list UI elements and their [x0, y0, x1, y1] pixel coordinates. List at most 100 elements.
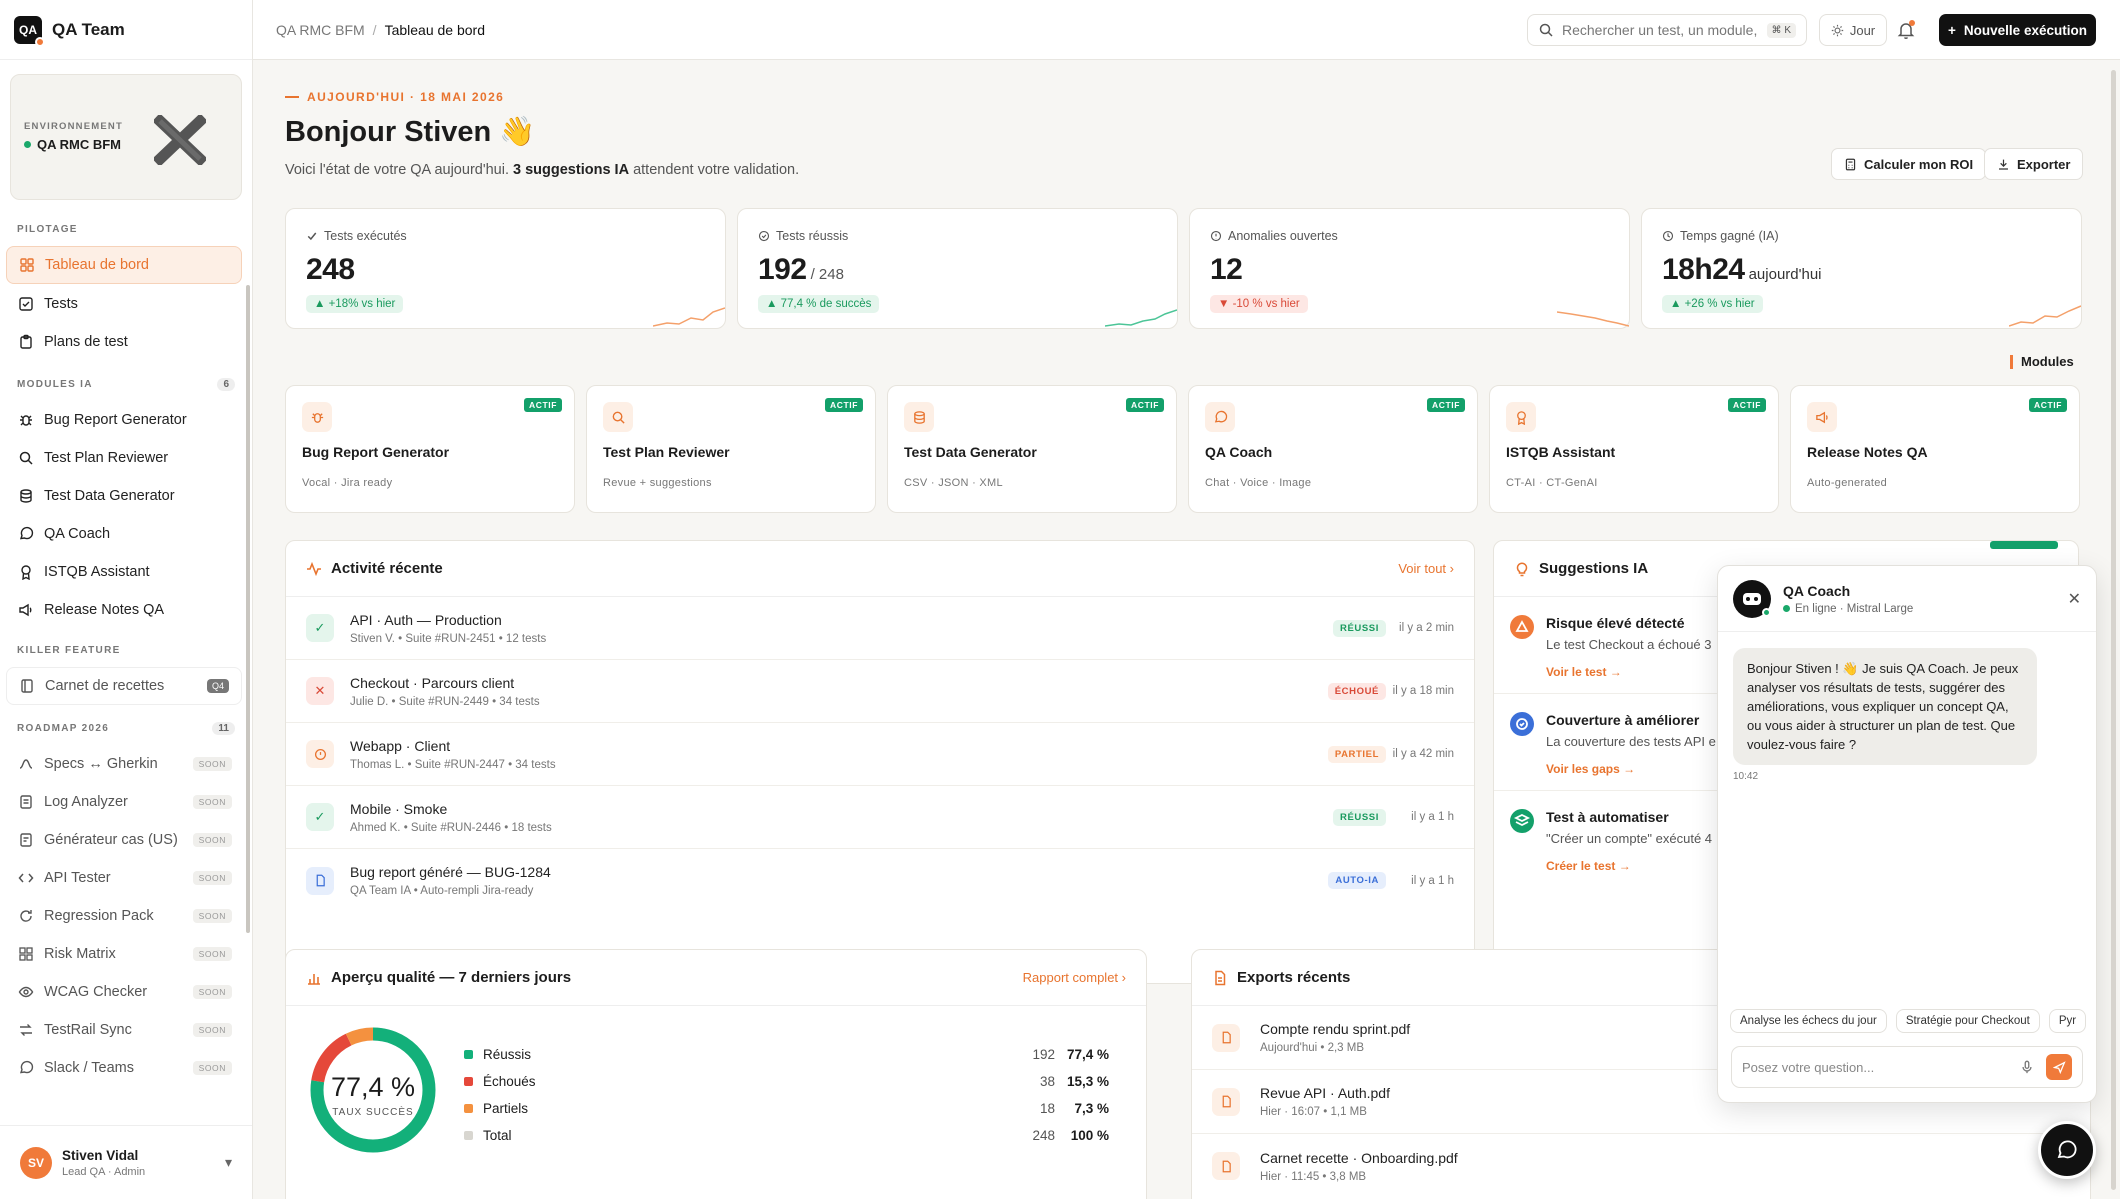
- chat-suggestion-chips: Analyse les échecs du jour Stratégie pou…: [1730, 1009, 2090, 1033]
- activity-row[interactable]: ✓ Mobile · Smoke Ahmed K. • Suite #RUN-24…: [286, 786, 1474, 849]
- environment-card[interactable]: ENVIRONNEMENT QA RMC BFM: [10, 74, 242, 200]
- send-button[interactable]: [2046, 1054, 2072, 1080]
- sidebar-item-label: Regression Pack: [44, 908, 154, 924]
- warning-icon: [1510, 615, 1534, 639]
- activity-row[interactable]: Webapp · Client Thomas L. • Suite #RUN-24…: [286, 723, 1474, 786]
- breadcrumb-root[interactable]: QA RMC BFM: [276, 22, 365, 38]
- kpi-card-tests-passed[interactable]: Tests réussis 192/ 248 ▲ 77,4 % de succè…: [737, 208, 1178, 329]
- legend-count: 38: [1039, 1074, 1055, 1089]
- kpi-value: 18h24 aujourd'hui: [1662, 253, 1822, 286]
- refresh-icon: [18, 908, 34, 924]
- activity-row[interactable]: ✓ API · Auth — Production Stiven V. • Sui…: [286, 597, 1474, 660]
- chat-input[interactable]: Posez votre question...: [1731, 1046, 2083, 1088]
- donut-center-label: TAUX SUCCÈS: [332, 1107, 414, 1118]
- module-card-release-notes[interactable]: ACTIF Release Notes QA Auto-generated: [1790, 385, 2080, 513]
- export-button[interactable]: Exporter: [1984, 148, 2084, 180]
- sidebar-item-wcag-checker[interactable]: WCAG Checker SOON: [6, 973, 242, 1011]
- sidebar-item-testrail-sync[interactable]: TestRail Sync SOON: [6, 1011, 242, 1049]
- module-subtitle: Vocal · Jira ready: [302, 477, 393, 489]
- user-profile[interactable]: SV Stiven Vidal Lead QA · Admin ▾: [0, 1125, 252, 1199]
- sidebar-item-label: Générateur cas (US): [44, 832, 178, 848]
- sidebar-item-test-plans[interactable]: Plans de test: [6, 323, 242, 361]
- panel-title: Aperçu qualité — 7 derniers jours: [331, 969, 572, 986]
- microphone-icon[interactable]: [2020, 1060, 2034, 1074]
- new-execution-button[interactable]: + Nouvelle exécution: [1939, 14, 2096, 46]
- page-scrollbar[interactable]: [2111, 70, 2116, 1190]
- export-row[interactable]: Carnet recette · Onboarding.pdf Hier · 11…: [1192, 1134, 2090, 1198]
- sidebar-item-qa-coach[interactable]: QA Coach: [6, 515, 242, 553]
- sidebar-item-test-plan-reviewer[interactable]: Test Plan Reviewer: [6, 439, 242, 477]
- pdf-file-icon: [1212, 1023, 1240, 1052]
- sidebar-item-api-tester[interactable]: API Tester SOON: [6, 859, 242, 897]
- bar-chart-icon: [306, 970, 322, 986]
- chat-toggle-button[interactable]: [2038, 1121, 2096, 1179]
- panel-header: Activité récente Voir tout ›: [286, 541, 1474, 597]
- sidebar-item-regression-pack[interactable]: Regression Pack SOON: [6, 897, 242, 935]
- sidebar-item-dashboard[interactable]: Tableau de bord: [6, 246, 242, 284]
- new-badge: [1990, 541, 2058, 549]
- sidebar-item-istqb[interactable]: ISTQB Assistant: [6, 553, 242, 591]
- kpi-card-open-anomalies[interactable]: Anomalies ouvertes 12 ▼ -10 % vs hier: [1189, 208, 1630, 329]
- module-card-test-plan-reviewer[interactable]: ACTIF Test Plan Reviewer Revue + suggest…: [586, 385, 876, 513]
- roi-button[interactable]: Calculer mon ROI: [1831, 148, 1987, 180]
- close-icon[interactable]: ✕: [2068, 589, 2081, 609]
- suggestion-desc: Le test Checkout a échoué 3: [1546, 637, 1712, 652]
- legend-swatch: [464, 1104, 473, 1113]
- activity-title: Checkout · Parcours client: [350, 674, 515, 691]
- chevron-updown-icon[interactable]: ▾: [225, 1154, 232, 1171]
- kpi-card-time-saved[interactable]: Temps gagné (IA) 18h24 aujourd'hui ▲ +26 …: [1641, 208, 2082, 329]
- theme-toggle-button[interactable]: Jour: [1819, 14, 1887, 46]
- chat-chip[interactable]: Stratégie pour Checkout: [1895, 1009, 2040, 1033]
- theme-label: Jour: [1849, 22, 1876, 38]
- sidebar-item-tests[interactable]: Tests: [6, 285, 242, 323]
- sidebar-item-release-notes[interactable]: Release Notes QA: [6, 591, 242, 629]
- module-subtitle: Auto-generated: [1807, 477, 1888, 489]
- search-icon: [1538, 22, 1554, 38]
- suggestion-link[interactable]: Voir le test →: [1546, 665, 1712, 679]
- activity-meta: QA Team IA • Auto-rempli Jira-ready: [350, 885, 534, 897]
- module-card-istqb[interactable]: ACTIF ISTQB Assistant CT-AI · CT-GenAI: [1489, 385, 1779, 513]
- lightbulb-icon: [1514, 561, 1530, 577]
- sidebar-item-label: Bug Report Generator: [44, 412, 187, 428]
- bug-icon: [302, 402, 332, 432]
- activity-row[interactable]: ✕ Checkout · Parcours client Julie D. • S…: [286, 660, 1474, 723]
- grid-icon: [19, 257, 35, 273]
- sidebar-item-carnet-recettes[interactable]: Carnet de recettes Q4: [6, 667, 242, 705]
- suggestion-link[interactable]: Voir les gaps →: [1546, 762, 1716, 776]
- roadmap-count: 11: [212, 721, 235, 735]
- sidebar-item-generateur-cas[interactable]: Générateur cas (US) SOON: [6, 821, 242, 859]
- activity-time: il y a 18 min: [1392, 685, 1454, 697]
- sidebar-scrollbar[interactable]: [246, 285, 250, 933]
- sidebar-item-test-data-generator[interactable]: Test Data Generator: [6, 477, 242, 515]
- notification-bell-icon[interactable]: [1896, 20, 1916, 40]
- section-roadmap: ROADMAP 2026 11: [0, 717, 252, 739]
- sidebar-item-risk-matrix[interactable]: Risk Matrix SOON: [6, 935, 242, 973]
- brand[interactable]: QA QA Team: [0, 0, 252, 60]
- module-card-test-data-generator[interactable]: ACTIF Test Data Generator CSV · JSON · X…: [887, 385, 1177, 513]
- suggestion-link[interactable]: Créer le test →: [1546, 859, 1712, 873]
- sidebar-item-label: API Tester: [44, 870, 111, 886]
- module-card-qa-coach[interactable]: ACTIF QA Coach Chat · Voice · Image: [1188, 385, 1478, 513]
- section-pilotage: PILOTAGE: [17, 223, 78, 235]
- full-report-link[interactable]: Rapport complet ›: [1023, 970, 1126, 985]
- search-input[interactable]: Rechercher un test, un module, ⌘ K: [1527, 14, 1807, 46]
- x-icon: ✕: [306, 677, 334, 705]
- status-badge: AUTO-IA: [1328, 872, 1386, 889]
- chat-chip[interactable]: Analyse les échecs du jour: [1730, 1009, 1887, 1033]
- see-all-link[interactable]: Voir tout ›: [1398, 561, 1454, 576]
- chat-chip[interactable]: Pyr: [2048, 1009, 2087, 1033]
- suggestion-desc: "Créer un compte" exécuté 4: [1546, 831, 1713, 846]
- module-card-bug-report[interactable]: ACTIF Bug Report Generator Vocal · Jira …: [285, 385, 575, 513]
- legend-label: Total: [483, 1128, 512, 1143]
- file-icon: [1212, 970, 1228, 986]
- kpi-card-tests-executed[interactable]: Tests exécutés 248 ▲ +18% vs hier: [285, 208, 726, 329]
- status-badge: ACTIF: [1426, 398, 1465, 412]
- legend-swatch: [464, 1077, 473, 1086]
- suggestion-title: Risque élevé détecté: [1546, 615, 1685, 631]
- sidebar-item-specs-gherkin[interactable]: Specs ↔ Gherkin SOON: [6, 745, 242, 783]
- soon-tag: SOON: [192, 871, 232, 885]
- sidebar-item-bug-report[interactable]: Bug Report Generator: [6, 401, 242, 439]
- activity-row[interactable]: Bug report généré — BUG-1284 QA Team IA •…: [286, 849, 1474, 912]
- sidebar-item-slack-teams[interactable]: Slack / Teams SOON: [6, 1049, 242, 1087]
- sidebar-item-log-analyzer[interactable]: Log Analyzer SOON: [6, 783, 242, 821]
